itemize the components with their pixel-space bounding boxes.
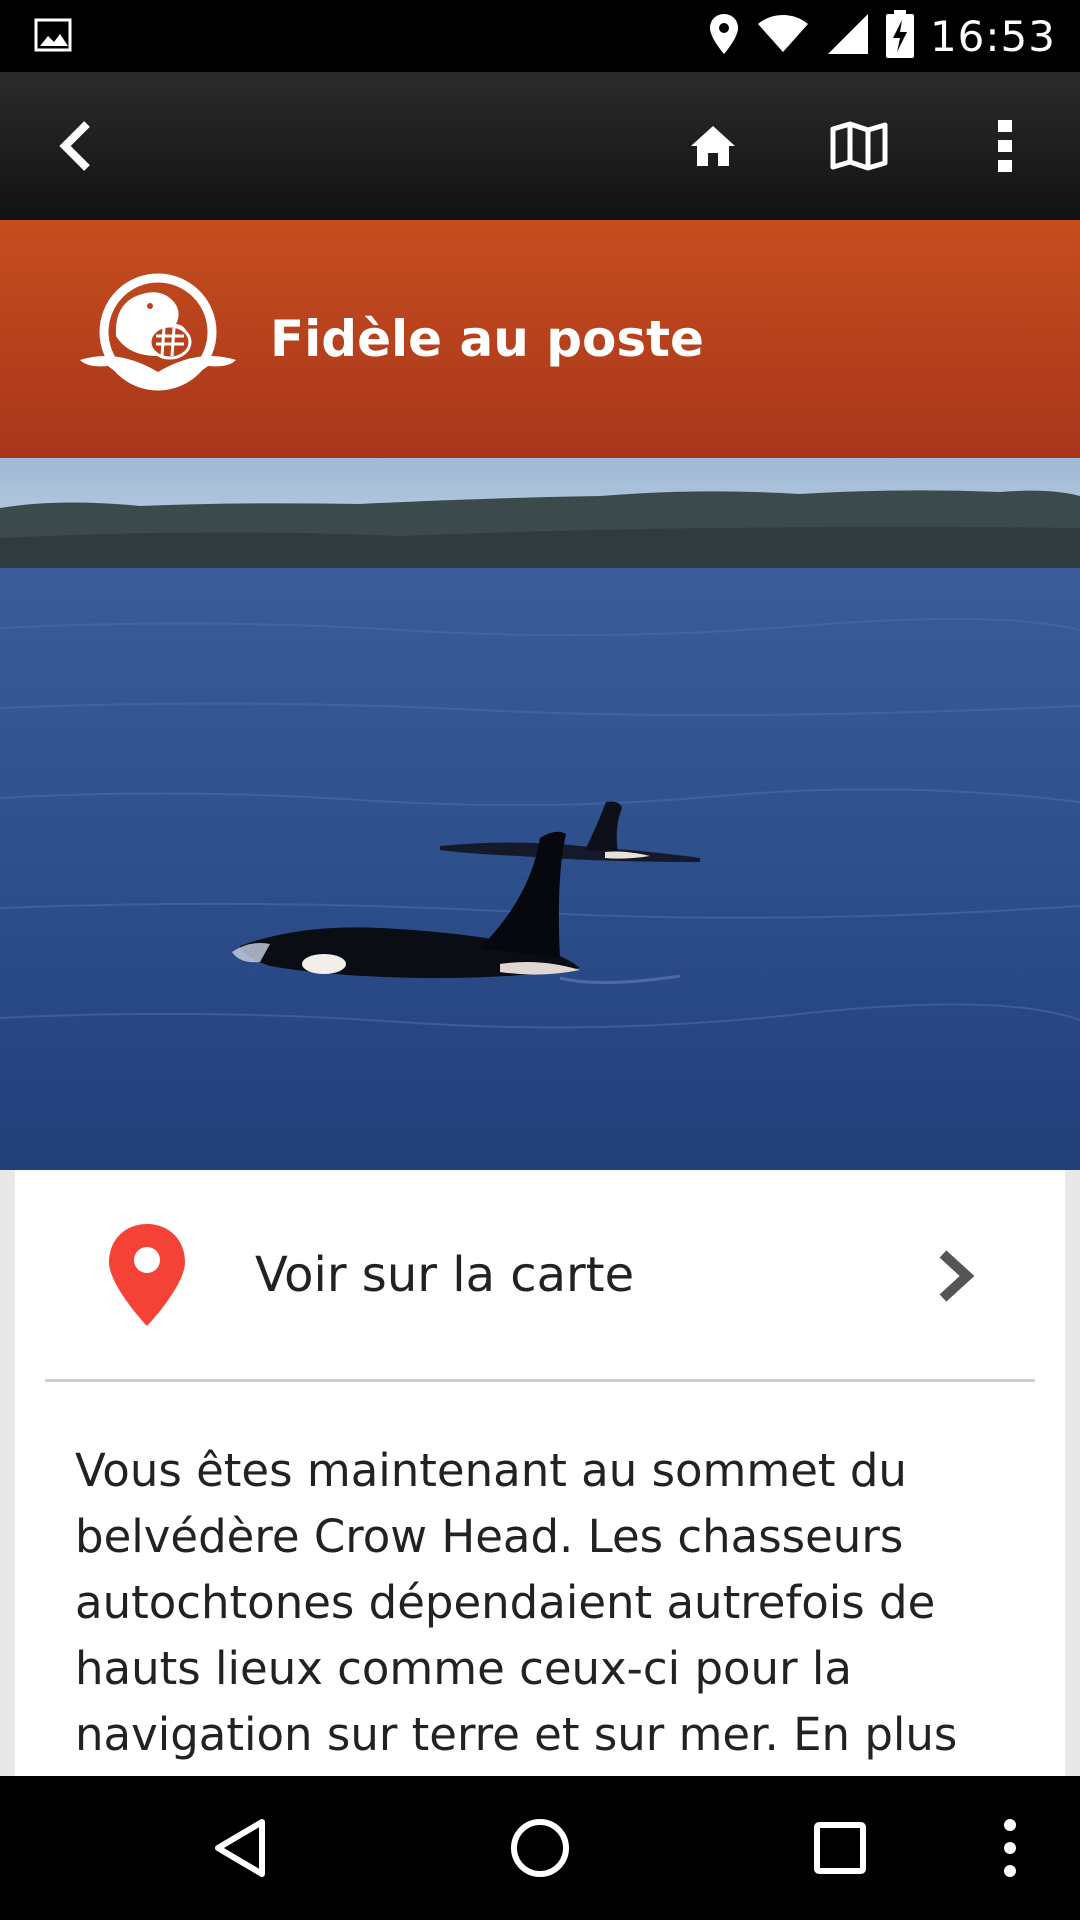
home-button[interactable]: [658, 72, 768, 220]
divider: [45, 1379, 1035, 1382]
detail-card: Voir sur la carte Vous êtes maintenant a…: [15, 1170, 1065, 1776]
parks-canada-beaver-logo: [78, 272, 238, 402]
back-icon: [59, 121, 90, 171]
cell-signal-icon: [826, 12, 870, 61]
overflow-menu-icon: [998, 120, 1012, 172]
status-bar: 16:53: [0, 0, 1080, 72]
back-button[interactable]: [20, 72, 130, 220]
description-text: Vous êtes maintenant au sommet du belvéd…: [75, 1444, 958, 1761]
nav-back-icon: [215, 1819, 265, 1877]
system-nav-bar: [0, 1776, 1080, 1920]
view-on-map-label: Voir sur la carte: [255, 1247, 635, 1303]
app-bar: [0, 72, 1080, 220]
nav-home-button[interactable]: [470, 1776, 610, 1920]
nav-menu-button[interactable]: [950, 1776, 1070, 1920]
wifi-icon: [756, 14, 810, 59]
chevron-right-icon: [935, 1248, 977, 1309]
hero-image: [0, 458, 1080, 1170]
title-banner: Fidèle au poste: [0, 220, 1080, 458]
page-title: Fidèle au poste: [270, 310, 704, 368]
nav-home-icon: [511, 1819, 569, 1877]
overflow-menu-button[interactable]: [950, 72, 1060, 220]
location-icon: [708, 12, 740, 61]
home-icon: [691, 126, 735, 166]
view-on-map-row[interactable]: Voir sur la carte: [15, 1170, 1065, 1380]
map-pin-icon: [107, 1222, 187, 1333]
content-area: Voir sur la carte Vous êtes maintenant a…: [0, 1170, 1080, 1776]
map-icon: [830, 121, 888, 171]
battery-charging-icon: [885, 9, 914, 63]
nav-back-button[interactable]: [170, 1776, 310, 1920]
nav-recents-icon: [814, 1822, 866, 1874]
image-notification-icon: [34, 18, 74, 54]
map-button[interactable]: [804, 72, 914, 220]
status-time: 16:53: [929, 11, 1056, 61]
nav-recents-button[interactable]: [770, 1776, 910, 1920]
nav-menu-icon: [1004, 1819, 1016, 1877]
